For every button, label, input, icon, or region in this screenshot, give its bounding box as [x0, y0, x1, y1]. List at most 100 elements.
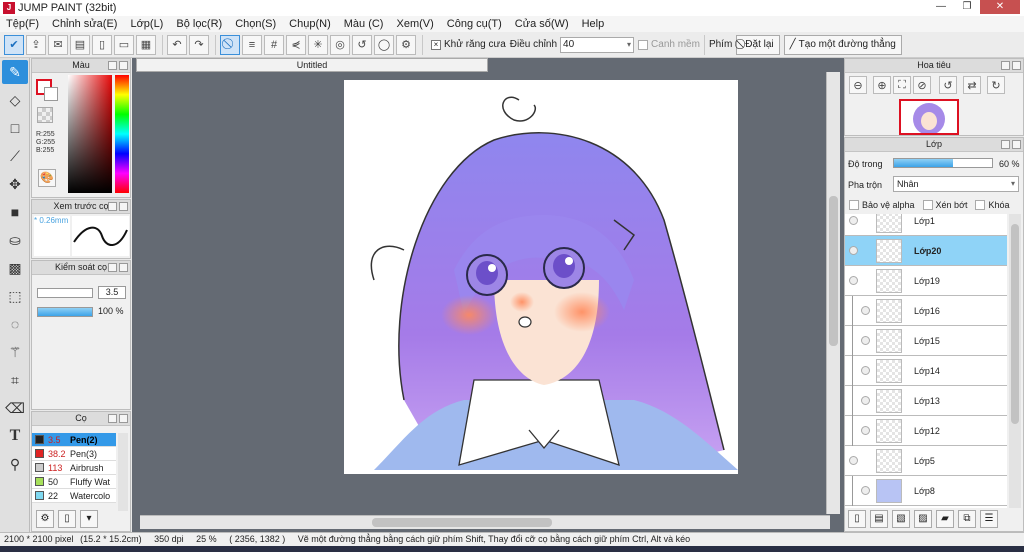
popout-icon[interactable] [108, 414, 117, 423]
popout-icon[interactable] [108, 263, 117, 272]
zoom-actual-icon[interactable]: ⊘ [913, 76, 931, 94]
menu-select[interactable]: Chọn(S) [235, 18, 276, 30]
brush-item[interactable]: 38.2 Pen(3) [32, 447, 116, 461]
smooth-check-icon[interactable] [638, 39, 649, 50]
transparent-swatch[interactable] [37, 107, 53, 123]
gradient-tool-icon[interactable]: ▩ [2, 256, 28, 280]
rotate-left-icon[interactable]: ↺ [939, 76, 957, 94]
zoom-out-icon[interactable]: ⊖ [849, 76, 867, 94]
page-icon[interactable]: ▭ [114, 34, 134, 55]
layer-row[interactable]: Lớp1 [845, 214, 1007, 236]
menu-view[interactable]: Xem(V) [396, 18, 433, 30]
layer-row[interactable]: Lớp15 [845, 325, 1007, 356]
message-icon[interactable]: ▤ [70, 34, 90, 55]
rotate-right-icon[interactable]: ↻ [987, 76, 1005, 94]
layer-row[interactable]: Lớp5 [845, 446, 1007, 476]
menu-window[interactable]: Cửa số(W) [515, 18, 569, 30]
adjust-select[interactable]: 40 [560, 36, 635, 53]
snap-toggle-icon[interactable]: ✔ [4, 34, 24, 55]
scroll-thumb[interactable] [372, 518, 552, 527]
brush-item[interactable]: 22 Watercolo [32, 489, 116, 503]
layer-row[interactable]: Lớp19 [845, 266, 1007, 296]
minimize-button[interactable]: — [928, 0, 954, 14]
grid-arrange-icon[interactable]: ▦ [136, 34, 156, 55]
visibility-icon[interactable] [861, 396, 870, 405]
panel-close-icon[interactable] [119, 414, 128, 423]
visibility-icon[interactable] [849, 456, 858, 465]
visibility-icon[interactable] [849, 216, 858, 225]
panel-close-icon[interactable] [119, 263, 128, 272]
panel-close-icon[interactable] [1012, 61, 1021, 70]
radial-snap-icon[interactable]: ✳ [308, 34, 328, 55]
panel-close-icon[interactable] [1012, 140, 1021, 149]
saturation-value-picker[interactable] [68, 75, 112, 193]
brush-list-scrollbar[interactable] [118, 433, 128, 511]
background-color-swatch[interactable] [44, 87, 58, 101]
layer-menu-icon[interactable]: ☰ [980, 510, 998, 528]
lasso-tool-icon[interactable]: ◌ [2, 312, 28, 336]
layer-opacity-slider[interactable] [893, 158, 993, 168]
brush-size-slider[interactable] [37, 288, 93, 298]
layer-row[interactable]: Lớp14 [845, 355, 1007, 386]
panel-close-icon[interactable] [119, 61, 128, 70]
parallel-snap-icon[interactable]: ≡ [242, 34, 262, 55]
new-raster-layer-icon[interactable]: ▤ [870, 510, 888, 528]
layer-list-scrollbar[interactable] [1009, 214, 1021, 508]
menu-filter[interactable]: Bộ lọc(R) [176, 18, 222, 30]
export-icon[interactable]: ⇪ [26, 34, 46, 55]
new-halftone-layer-icon[interactable]: ▧ [892, 510, 910, 528]
antialias-check-icon[interactable]: × [431, 39, 441, 50]
zoom-in-icon[interactable]: ⊕ [873, 76, 891, 94]
palette-icon[interactable]: 🎨 [38, 169, 56, 187]
grid-snap-icon[interactable]: # [264, 34, 284, 55]
scroll-thumb[interactable] [829, 196, 838, 346]
redo-icon[interactable]: ↷ [189, 34, 209, 55]
popout-icon[interactable] [1001, 140, 1010, 149]
menu-edit[interactable]: Chỉnh sửa(E) [52, 18, 117, 30]
drawing-canvas[interactable] [344, 80, 738, 474]
document-tab[interactable]: Untitled [136, 58, 488, 72]
new-folder-icon[interactable]: ▰ [936, 510, 954, 528]
magic-wand-tool-icon[interactable]: ⚚ [2, 340, 28, 364]
popout-icon[interactable] [108, 202, 117, 211]
visibility-icon[interactable] [861, 336, 870, 345]
layer-row[interactable]: Lớp8 [845, 475, 1007, 506]
concentric-snap-icon[interactable]: ◎ [330, 34, 350, 55]
hue-slider[interactable] [115, 75, 129, 193]
eraser-tool-icon[interactable]: ◇ [2, 88, 28, 112]
menu-layer[interactable]: Lớp(L) [130, 18, 163, 30]
text-tool-icon[interactable]: T [2, 424, 28, 448]
undo-icon[interactable]: ↶ [167, 34, 187, 55]
line-tool-icon[interactable]: ⟋ [2, 144, 28, 168]
layer-row[interactable]: Lớp20 [845, 236, 1007, 266]
eyedropper-tool-icon[interactable]: ⚲ [2, 452, 28, 476]
perspective-snap-icon[interactable]: ⋞ [286, 34, 306, 55]
menu-tools[interactable]: Công cụ(T) [447, 18, 502, 30]
reset-button[interactable]: ⃠Đặt lại [736, 34, 780, 55]
ellipse-snap-icon[interactable]: ◯ [374, 34, 394, 55]
brush-item[interactable]: 113 Airbrush [32, 461, 116, 475]
brush-item[interactable]: 50 Fluffy Wat [32, 475, 116, 489]
new-layer-icon[interactable]: ▯ [848, 510, 866, 528]
visibility-icon[interactable] [849, 246, 858, 255]
protect-alpha-checkbox[interactable] [849, 200, 859, 210]
layer-row[interactable]: Lớp16 [845, 295, 1007, 326]
move-tool-icon[interactable]: ✥ [2, 172, 28, 196]
popout-icon[interactable] [108, 61, 117, 70]
menu-capture[interactable]: Chụp(N) [289, 18, 331, 30]
brush-tool-icon[interactable]: ✎ [2, 60, 28, 84]
new-text-layer-icon[interactable]: ▨ [914, 510, 932, 528]
flip-icon[interactable]: ⇄ [963, 76, 981, 94]
visibility-icon[interactable] [861, 366, 870, 375]
settings-snap-icon[interactable]: ⚙ [396, 34, 416, 55]
close-button[interactable]: ✕ [980, 0, 1020, 14]
straight-line-button[interactable]: ╱ Tạo một đường thẳng [783, 34, 902, 55]
maximize-button[interactable]: ❐ [954, 0, 980, 14]
panel-close-icon[interactable] [119, 202, 128, 211]
scroll-thumb[interactable] [1011, 224, 1019, 424]
canvas-horizontal-scrollbar[interactable] [140, 515, 830, 529]
layer-row[interactable]: Lớp12 [845, 415, 1007, 446]
clipping-checkbox[interactable] [922, 200, 933, 210]
brush-opacity-slider[interactable] [37, 307, 93, 317]
visibility-icon[interactable] [849, 276, 858, 285]
